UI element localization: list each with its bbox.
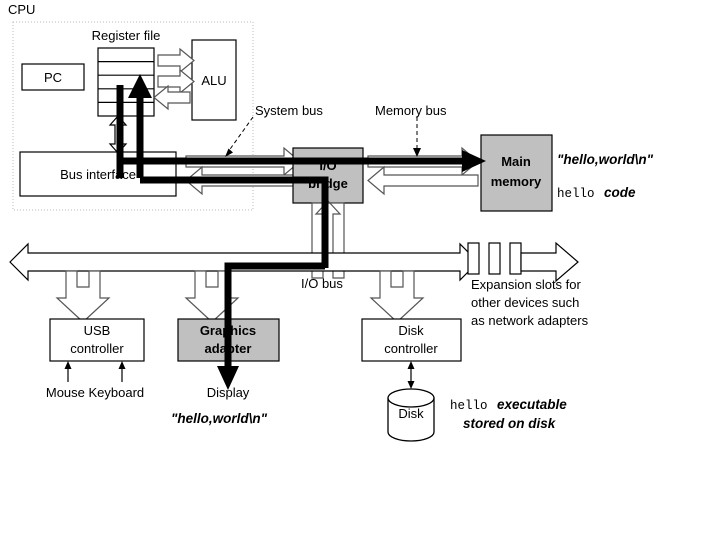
io-bus-label: I/O bus	[301, 276, 343, 291]
graphics-adapter-label-line1: Graphics	[200, 323, 256, 338]
main-memory-label-line2: memory	[491, 174, 542, 189]
memory-bus-leader	[413, 117, 421, 157]
expansion-slot-1	[467, 242, 480, 275]
mouse-keyboard-label: Mouse Keyboard	[46, 385, 144, 400]
system-bus-leader	[225, 116, 254, 157]
disk-controller-label-line1: Disk	[398, 323, 424, 338]
diagram-canvas: CPU Register file PC ALU Bus interface I…	[0, 0, 720, 540]
register-file-label: Register file	[92, 28, 161, 43]
expansion-note-line2: other devices such	[471, 295, 579, 310]
pc-label: PC	[44, 70, 62, 85]
usb-controller-label-line1: USB	[84, 323, 111, 338]
alu-label: ALU	[201, 73, 226, 88]
display-string-annotation: "hello,world\n"	[171, 411, 268, 426]
display-label: Display	[207, 385, 250, 400]
register-file-block	[97, 47, 155, 117]
memory-code-annotation: hello code	[557, 184, 636, 201]
regfile-to-alu-arrow-1	[157, 47, 195, 74]
expansion-note-line1: Expansion slots for	[471, 277, 582, 292]
mouse-keyboard-connectors	[64, 361, 126, 382]
disk-note-line1: hello executable	[450, 396, 567, 413]
graphics-adapter-label-line2: adapter	[205, 341, 252, 356]
disk-note-rest: executable	[497, 397, 567, 412]
memory-bus-label: Memory bus	[375, 103, 447, 118]
iobus-to-usb-arrow	[55, 270, 111, 323]
memory-code-rest: code	[604, 185, 636, 200]
disk-note-line2: stored on disk	[463, 416, 557, 431]
expansion-note-line3: as network adapters	[471, 313, 589, 328]
iobus-to-disk-arrow	[369, 270, 425, 323]
expansion-slot-3	[509, 242, 522, 275]
main-memory-block	[480, 134, 553, 212]
disk-connector	[407, 361, 415, 389]
memory-code-mono: hello	[557, 187, 595, 201]
expansion-slot-2	[488, 242, 501, 275]
usb-controller-label-line2: controller	[70, 341, 124, 356]
computer-system-diagram: CPU Register file PC ALU Bus interface I…	[8, 2, 654, 442]
io-bridge-label-line1: I/O	[319, 158, 336, 173]
expansion-bus-arrowhead	[520, 241, 579, 283]
cpu-label: CPU	[8, 2, 35, 17]
disk-label: Disk	[398, 406, 424, 421]
disk-note-mono: hello	[450, 399, 488, 413]
system-bus-label: System bus	[255, 103, 323, 118]
bus-interface-label: Bus interface	[60, 167, 136, 182]
memory-string-annotation: "hello,world\n"	[557, 152, 654, 167]
disk-controller-label-line2: controller	[384, 341, 438, 356]
io-bridge-label-line2: bridge	[308, 176, 348, 191]
main-memory-label-line1: Main	[501, 154, 531, 169]
